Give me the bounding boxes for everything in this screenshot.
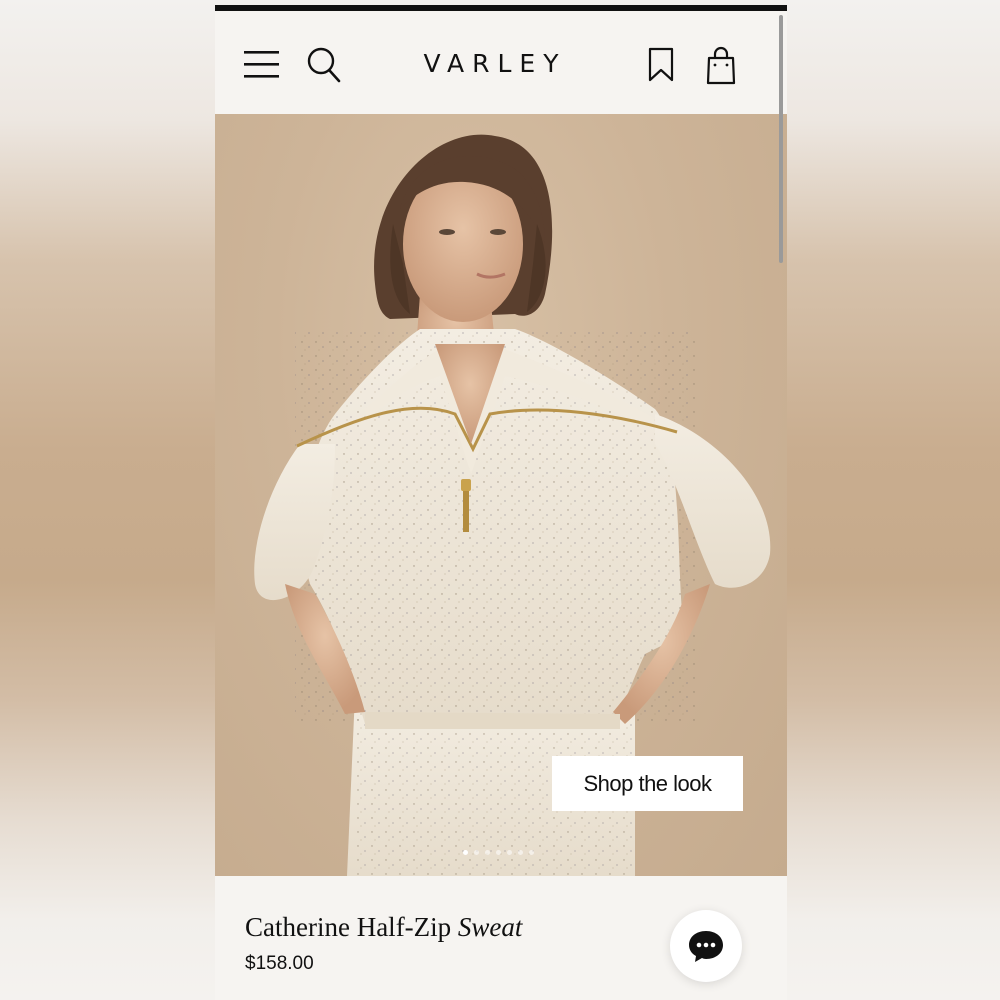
product-info: Catherine Half-Zip Sweat $158.00 xyxy=(215,876,787,1000)
bookmark-icon[interactable] xyxy=(647,47,675,83)
background-blur-right xyxy=(787,0,1000,1000)
carousel-dot-4[interactable] xyxy=(496,850,501,855)
mobile-page: VARLEY Shop the look Catherine Half-Zip … xyxy=(215,5,787,1000)
product-price: $158.00 xyxy=(245,953,314,974)
carousel-dot-3[interactable] xyxy=(485,850,490,855)
background-blur-left xyxy=(0,0,215,1000)
shopping-bag-icon[interactable] xyxy=(706,45,736,85)
shop-the-look-button[interactable]: Shop the look xyxy=(552,756,743,811)
hamburger-menu-icon[interactable] xyxy=(243,47,281,81)
carousel-dots xyxy=(463,850,534,855)
product-hero-image[interactable]: Shop the look xyxy=(215,114,787,876)
carousel-dot-5[interactable] xyxy=(507,850,512,855)
carousel-dot-2[interactable] xyxy=(474,850,479,855)
chat-bubble-icon xyxy=(689,931,723,962)
brand-logo[interactable]: VARLEY xyxy=(365,49,625,78)
carousel-dot-7[interactable] xyxy=(529,850,534,855)
carousel-dot-1[interactable] xyxy=(463,850,468,855)
search-icon[interactable] xyxy=(306,46,342,84)
product-title: Catherine Half-Zip Sweat xyxy=(245,912,522,943)
product-title-regular: Catherine Half-Zip xyxy=(245,912,452,942)
carousel-dot-6[interactable] xyxy=(518,850,523,855)
product-title-italic: Sweat xyxy=(457,912,523,942)
scrollbar[interactable] xyxy=(779,15,783,263)
chat-button[interactable] xyxy=(670,910,742,982)
site-header: VARLEY xyxy=(215,11,787,114)
